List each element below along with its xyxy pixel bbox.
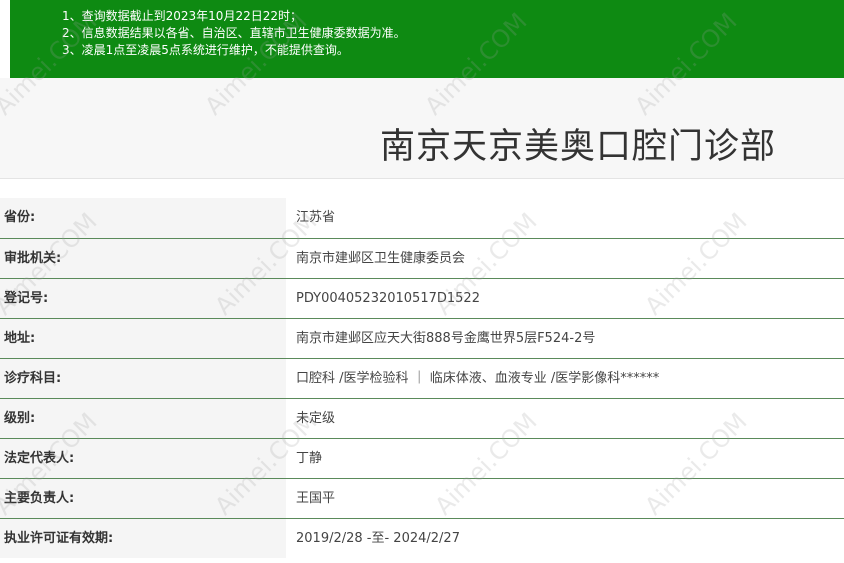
row-value: 江苏省 xyxy=(296,210,336,225)
row-label: 登记号: xyxy=(0,279,286,318)
row-label: 审批机关: xyxy=(0,239,286,278)
row-value: 王国平 xyxy=(296,491,336,506)
row-value: 2019/2/28 -至- 2024/2/27 xyxy=(296,531,460,546)
row-label: 法定代表人: xyxy=(0,439,286,478)
row-value: 南京市建邺区应天大街888号金鹰世界5层F524-2号 xyxy=(296,331,596,346)
row-principal: 主要负责人: 王国平 xyxy=(0,478,844,518)
row-label: 诊疗科目: xyxy=(0,359,286,398)
row-label: 省份: xyxy=(0,198,286,238)
row-value: 南京市建邺区卫生健康委员会 xyxy=(296,251,466,266)
notice-banner: 1、查询数据截止到2023年10月22日22时； 2、信息数据结果以各省、自治区… xyxy=(10,0,844,78)
notice-line-3: 3、凌晨1点至凌晨5点系统进行维护，不能提供查询。 xyxy=(62,43,349,57)
row-label: 级别: xyxy=(0,399,286,438)
title-band: 南京天京美奥口腔门诊部 xyxy=(0,78,844,179)
notice-line-2: 2、信息数据结果以各省、自治区、直辖市卫生健康委数据为准。 xyxy=(62,26,406,40)
page-title: 南京天京美奥口腔门诊部 xyxy=(379,127,776,167)
row-license-validity: 执业许可证有效期: 2019/2/28 -至- 2024/2/27 xyxy=(0,518,844,558)
row-address: 地址: 南京市建邺区应天大街888号金鹰世界5层F524-2号 xyxy=(0,318,844,358)
row-registration-number: 登记号: PDY00405232010517D1522 xyxy=(0,278,844,318)
row-label: 主要负责人: xyxy=(0,479,286,518)
row-approval-authority: 审批机关: 南京市建邺区卫生健康委员会 xyxy=(0,238,844,278)
info-table: 省份: 江苏省 审批机关: 南京市建邺区卫生健康委员会 登记号: PDY0040… xyxy=(0,198,844,558)
row-value: PDY00405232010517D1522 xyxy=(296,291,480,306)
row-value: 口腔科 /医学检验科 ｜ 临床体液、血液专业 /医学影像科****** xyxy=(296,371,660,386)
row-value: 丁静 xyxy=(296,451,323,466)
row-label: 执业许可证有效期: xyxy=(0,519,286,558)
row-legal-representative: 法定代表人: 丁静 xyxy=(0,438,844,478)
row-label: 地址: xyxy=(0,319,286,358)
notice-line-1: 1、查询数据截止到2023年10月22日22时； xyxy=(62,9,302,23)
row-level: 级别: 未定级 xyxy=(0,398,844,438)
row-departments: 诊疗科目: 口腔科 /医学检验科 ｜ 临床体液、血液专业 /医学影像科*****… xyxy=(0,358,844,398)
row-province: 省份: 江苏省 xyxy=(0,198,844,238)
row-value: 未定级 xyxy=(296,411,336,426)
